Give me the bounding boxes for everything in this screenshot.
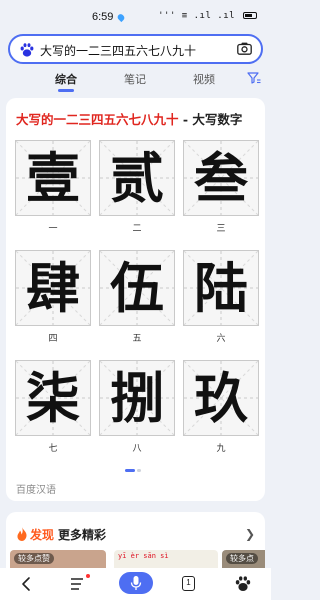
char-glyph: 伍 <box>110 256 164 320</box>
char-number: 一 <box>48 224 58 234</box>
menu-icon[interactable] <box>66 574 88 594</box>
char-glyph: 柒 <box>26 366 80 430</box>
char-glyph: 玖 <box>194 366 248 430</box>
popular-badge: 较多点赞 <box>14 553 54 564</box>
result-title-suffix: - 大写数字 <box>178 112 243 127</box>
char-cell[interactable]: 叁 <box>183 140 259 216</box>
discover-label[interactable]: 发现 <box>30 526 54 543</box>
char-number: 七 <box>48 444 58 454</box>
result-title-keyword: 大写的一二三四五六七八九十 <box>16 112 179 127</box>
char-cell[interactable]: 柒 <box>15 360 91 436</box>
discover-more-label[interactable]: 更多精彩 <box>58 526 106 543</box>
baidu-paw-icon <box>20 43 34 57</box>
char-glyph: 壹 <box>26 146 80 210</box>
char-cell[interactable]: 玖 <box>183 360 259 436</box>
camera-icon[interactable] <box>237 42 252 55</box>
location-icon <box>116 12 126 23</box>
chevron-right-icon[interactable]: ❯ <box>245 527 255 541</box>
popular-badge: 较多点 <box>226 553 258 564</box>
status-bar: 6:59 ''' ≡ .ıl .ıl <box>0 0 271 34</box>
tab-videos[interactable]: 视频 <box>193 71 215 87</box>
signal-icon: ''' ≡ .ıl .ıl <box>158 11 236 21</box>
discover-card: 发现 更多精彩 ❯ 较多点赞 yī èr sān sì 较多点 <box>6 512 265 572</box>
microphone-icon <box>130 576 142 590</box>
status-time: 6:59 <box>92 11 114 23</box>
pager-dot-active <box>125 469 135 472</box>
char-number: 五 <box>132 334 142 344</box>
result-tabs: 综合 笔记 视频 <box>0 66 271 92</box>
bottom-nav: 1 <box>0 568 271 600</box>
char-number: 三 <box>216 224 226 234</box>
tab-count-button[interactable]: 1 <box>182 576 195 591</box>
result-title[interactable]: 大写的一二三四五六七八九十 - 大写数字 <box>16 109 242 128</box>
baidu-paw-icon[interactable] <box>232 574 254 594</box>
char-number: 九 <box>216 444 226 454</box>
char-glyph: 陆 <box>194 256 248 320</box>
char-cell[interactable]: 贰 <box>99 140 175 216</box>
search-input[interactable]: 大写的一二三四五六七八九十 <box>40 42 215 59</box>
char-glyph: 肆 <box>26 256 80 320</box>
pager-dot <box>137 469 141 472</box>
active-tab-indicator <box>58 89 74 92</box>
voice-search-button[interactable] <box>119 572 153 594</box>
char-number: 二 <box>132 224 142 234</box>
thumbnail-pinyin: yī èr sān sì <box>118 552 169 560</box>
search-bar[interactable]: 大写的一二三四五六七八九十 <box>8 34 263 64</box>
char-cell[interactable]: 壹 <box>15 140 91 216</box>
result-source[interactable]: 百度汉语 <box>16 481 56 496</box>
battery-icon <box>243 12 257 19</box>
char-glyph: 捌 <box>110 366 164 430</box>
char-glyph: 贰 <box>110 146 164 210</box>
char-number: 四 <box>48 334 58 344</box>
tab-notes[interactable]: 笔记 <box>124 71 146 87</box>
result-card: 大写的一二三四五六七八九十 - 大写数字 壹 一 贰 二 叁 三 肆 四 伍 五 <box>6 98 265 501</box>
char-glyph: 叁 <box>194 146 248 210</box>
char-cell[interactable]: 伍 <box>99 250 175 326</box>
back-icon[interactable] <box>16 574 38 594</box>
flame-icon <box>17 527 27 541</box>
filter-icon[interactable] <box>247 72 261 84</box>
tab-comprehensive[interactable]: 综合 <box>55 71 77 87</box>
char-cell[interactable]: 捌 <box>99 360 175 436</box>
char-number: 八 <box>132 444 142 454</box>
char-number: 六 <box>216 334 226 344</box>
char-cell[interactable]: 肆 <box>15 250 91 326</box>
char-cell[interactable]: 陆 <box>183 250 259 326</box>
notification-dot <box>86 574 90 578</box>
status-icons: ''' ≡ .ıl .ıl <box>158 11 257 21</box>
